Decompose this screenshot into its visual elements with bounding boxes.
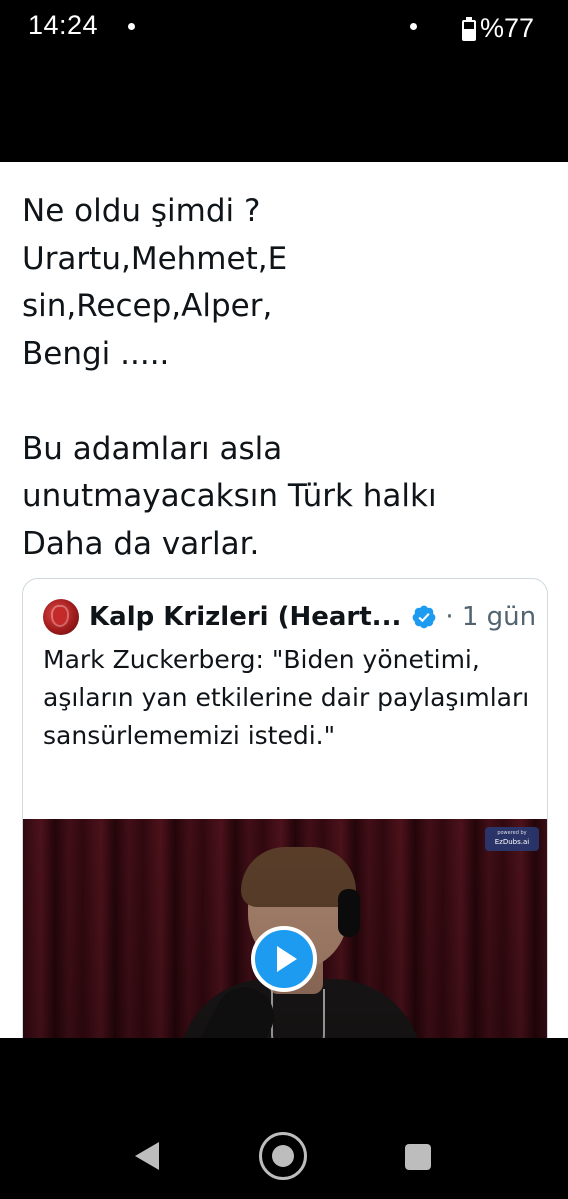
battery-fill: [464, 28, 474, 39]
post-text: Ne oldu şimdi ? Urartu,Mehmet,E sin,Rece…: [22, 193, 437, 562]
battery-icon: [462, 16, 476, 41]
verified-badge-icon: [412, 605, 436, 629]
recent-apps-square-icon[interactable]: [405, 1144, 431, 1170]
play-button[interactable]: [251, 926, 317, 992]
battery-percent: %77: [480, 13, 535, 43]
navigation-bar: [0, 1038, 568, 1199]
video-watermark: powered by EzDubs.ai: [485, 827, 539, 851]
home-circle-icon[interactable]: [259, 1132, 307, 1180]
tweet-content[interactable]: Ne oldu şimdi ? Urartu,Mehmet,E sin,Rece…: [0, 162, 568, 1038]
quoted-tweet-time[interactable]: · 1 gün: [445, 602, 536, 632]
status-bar: 14:24 %77: [0, 0, 568, 162]
quoted-tweet-header: Kalp Krizleri (Heart... · 1 gün: [43, 597, 536, 637]
status-time: 14:24: [28, 10, 99, 40]
battery-indicator: %77: [462, 13, 534, 44]
video-watermark-small: powered by: [497, 830, 527, 836]
notification-dot-icon: [410, 23, 417, 30]
avatar[interactable]: [43, 599, 79, 635]
quoted-tweet-text: Mark Zuckerberg: "Biden yönetimi, aşılar…: [43, 645, 530, 750]
video-thumbnail[interactable]: powered by EzDubs.ai: [23, 819, 547, 1038]
video-watermark-text: EzDubs.ai: [494, 838, 530, 846]
play-icon: [277, 946, 297, 972]
quoted-tweet-card[interactable]: Kalp Krizleri (Heart... · 1 gün Mark Zuc…: [22, 578, 548, 1038]
notification-dot-icon: [128, 23, 135, 30]
quoted-author-name[interactable]: Kalp Krizleri (Heart...: [89, 602, 401, 632]
back-triangle-icon[interactable]: [135, 1142, 159, 1170]
